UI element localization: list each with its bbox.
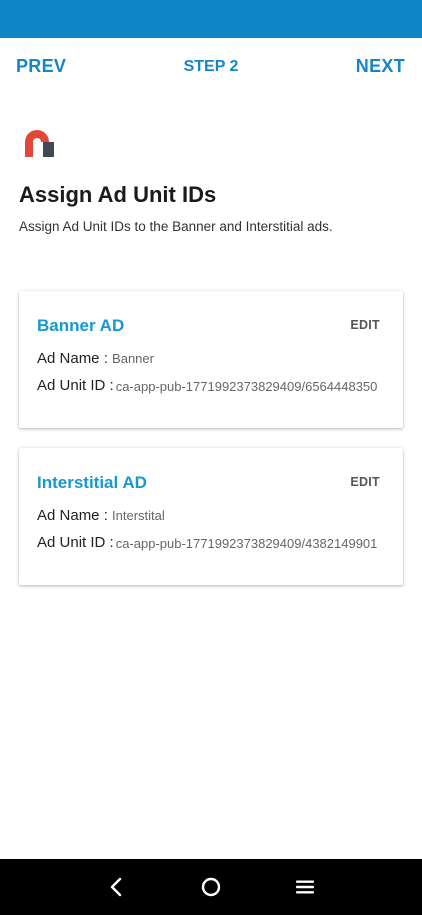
home-icon[interactable] [199,875,223,899]
edit-interstitial-button[interactable]: EDIT [350,475,380,489]
ad-unit-id-label: Ad Unit ID : [37,377,114,394]
card-title: Banner AD [37,316,125,335]
stepper-bar: PREV STEP 2 NEXT [0,38,422,96]
back-icon[interactable] [105,875,129,899]
page-subtitle: Assign Ad Unit IDs to the Banner and Int… [19,219,333,234]
status-bar [0,0,422,38]
ad-name-value: Banner [112,351,154,366]
banner-ad-card: Banner AD EDIT Ad Name : Banner Ad Unit … [19,291,403,428]
app-logo-icon [19,124,55,160]
edit-banner-button[interactable]: EDIT [350,318,380,332]
ad-unit-id-row: Ad Unit ID : ca-app-pub-1771992373829409/… [37,534,381,552]
ad-unit-id-value: ca-app-pub-1771992373829409/4382149901 [115,536,378,551]
menu-icon[interactable] [293,875,317,899]
ad-unit-id-label: Ad Unit ID : [37,534,114,551]
ad-unit-id-row: Ad Unit ID : ca-app-pub-1771992373829409/… [37,377,381,395]
interstitial-ad-card: Interstitial AD EDIT Ad Name : Interstit… [19,448,403,585]
page-title: Assign Ad Unit IDs [19,182,217,207]
system-nav-bar [0,859,422,915]
ad-name-label: Ad Name : [37,507,108,524]
ad-name-row: Ad Name : Banner [37,350,154,367]
ad-unit-id-value: ca-app-pub-1771992373829409/6564448350 [115,379,378,394]
ad-name-row: Ad Name : Interstital [37,507,165,524]
ad-name-label: Ad Name : [37,350,108,367]
card-title: Interstitial AD [37,473,147,492]
ad-name-value: Interstital [112,508,165,523]
next-button[interactable]: NEXT [356,56,405,77]
